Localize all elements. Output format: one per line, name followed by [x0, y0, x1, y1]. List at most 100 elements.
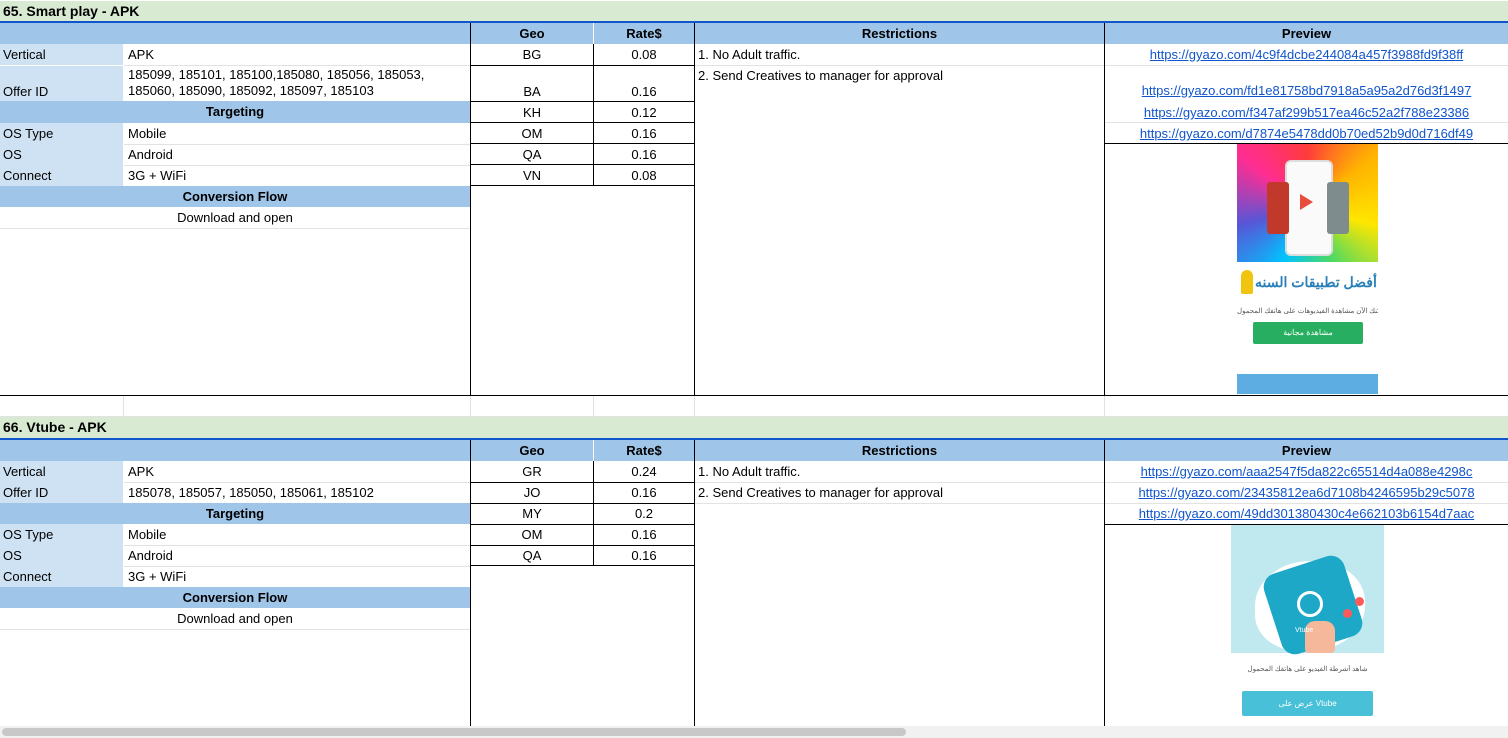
offer-id-value[interactable]: 185078, 185057, 185050, 185061, 185102	[124, 482, 470, 503]
grid-line	[471, 545, 694, 546]
geo-cell[interactable]: VN	[471, 165, 593, 186]
rate-header[interactable]: Rate$	[594, 440, 694, 461]
connect-label[interactable]: Connect	[0, 566, 123, 587]
offer-id-label-text: Offer ID	[3, 84, 49, 99]
vertical-value[interactable]: APK	[124, 44, 470, 65]
offer-id-label[interactable]: Offer ID	[0, 66, 123, 101]
targeting-header[interactable]: Targeting	[0, 101, 470, 123]
left-header-blank[interactable]	[0, 440, 470, 461]
grid-line	[471, 524, 694, 525]
geo-cell[interactable]: QA	[471, 144, 593, 165]
rate-cell[interactable]: 0.16	[594, 482, 694, 503]
offer-id-line: 185060, 185090, 185092, 185097, 185103	[128, 83, 374, 98]
connect-label[interactable]: Connect	[0, 165, 123, 186]
os-label[interactable]: OS	[0, 545, 123, 566]
rate-cell[interactable]: 0.24	[594, 461, 694, 482]
os-type-value[interactable]: Mobile	[124, 123, 470, 144]
offer-title[interactable]: 65. Smart play - APK	[0, 1, 1508, 21]
geo-cell[interactable]: QA	[471, 545, 593, 566]
geo-cell[interactable]: MY	[471, 503, 593, 524]
offer-id-value[interactable]: 185099, 185101, 185100,185080, 185056, 1…	[124, 66, 470, 101]
restriction-item[interactable]: 1. No Adult traffic.	[698, 461, 1098, 482]
geo-cell[interactable]: OM	[471, 524, 593, 545]
restriction-item[interactable]: 2. Send Creatives to manager for approva…	[698, 482, 1098, 503]
vtube-logo-icon	[1297, 591, 1323, 617]
rate-cell-tall[interactable]: 0.16	[594, 66, 694, 101]
preview-link[interactable]: https://gyazo.com/d7874e5478dd0b70ed52b9…	[1105, 123, 1508, 144]
offer-id-line: 185099, 185101, 185100,185080, 185056, 1…	[128, 67, 425, 82]
scrollbar-thumb[interactable]	[2, 728, 906, 736]
rate-cell[interactable]: 0.16	[594, 144, 694, 165]
grid-line	[470, 440, 471, 728]
rate-cell[interactable]: 0.16	[594, 545, 694, 566]
os-value[interactable]: Android	[124, 545, 470, 566]
preview-link[interactable]: https://gyazo.com/4c9f4dcbe244084a457f39…	[1105, 44, 1508, 65]
offer-title[interactable]: 66. Vtube - APK	[0, 417, 1508, 438]
grid-line	[694, 440, 695, 728]
geo-cell-tall[interactable]: BA	[471, 66, 593, 101]
preview-link[interactable]: https://gyazo.com/aaa2547f5da822c65514d4…	[1105, 461, 1508, 482]
restrictions-header[interactable]: Restrictions	[695, 23, 1104, 44]
preview-header[interactable]: Preview	[1105, 23, 1508, 44]
geo-header[interactable]: Geo	[471, 440, 593, 461]
grid-line	[593, 44, 594, 186]
os-type-label[interactable]: OS Type	[0, 524, 123, 545]
restrictions-header[interactable]: Restrictions	[695, 440, 1104, 461]
rate-text: 0.16	[631, 84, 657, 99]
offer-id-label[interactable]: Offer ID	[0, 482, 123, 503]
rate-cell[interactable]: 0.08	[594, 44, 694, 65]
col-divider	[694, 396, 695, 416]
left-header-blank[interactable]	[0, 23, 470, 44]
restriction-item[interactable]: 1. No Adult traffic.	[698, 44, 1098, 65]
grid-line	[471, 101, 694, 102]
restriction-item[interactable]: 2. Send Creatives to manager for approva…	[698, 65, 1098, 86]
preview-link[interactable]: https://gyazo.com/23435812ea6d7108b42465…	[1105, 482, 1508, 503]
preview-link[interactable]: https://gyazo.com/49dd301380430c4e662103…	[1105, 503, 1508, 524]
creative-image-smart-play[interactable]: أفضل تطبيقات السنه يمكنك الآن مشاهدة الف…	[1237, 144, 1378, 394]
grid-line	[470, 23, 471, 396]
creative-cta-button[interactable]: عرض على Vtube	[1242, 691, 1373, 716]
conversion-flow-header[interactable]: Conversion Flow	[0, 587, 470, 608]
creative-image-vtube[interactable]: Vtube شاهد أشرطة الفيديو على هاتفك المحم…	[1231, 525, 1384, 725]
play-icon	[1300, 194, 1313, 210]
conversion-flow-header[interactable]: Conversion Flow	[0, 186, 470, 207]
connect-value[interactable]: 3G + WiFi	[124, 566, 470, 587]
hand-icon	[1305, 621, 1335, 653]
col-divider	[1104, 396, 1105, 416]
preview-link[interactable]: https://gyazo.com/f347af299b517ea46c52a2…	[1105, 102, 1508, 123]
grid-line	[1104, 23, 1105, 396]
col-divider	[593, 396, 594, 416]
geo-cell[interactable]: GR	[471, 461, 593, 482]
os-type-label[interactable]: OS Type	[0, 123, 123, 144]
row-divider	[1105, 65, 1508, 66]
conversion-flow-value[interactable]: Download and open	[0, 207, 470, 228]
os-value[interactable]: Android	[124, 144, 470, 165]
rate-cell[interactable]: 0.2	[594, 503, 694, 524]
col-divider	[470, 396, 471, 416]
preview-link[interactable]: https://gyazo.com/fd1e81758bd7918a5a95a2…	[1105, 80, 1508, 101]
connect-value[interactable]: 3G + WiFi	[124, 165, 470, 186]
geo-cell[interactable]: KH	[471, 102, 593, 123]
os-label[interactable]: OS	[0, 144, 123, 165]
os-type-value[interactable]: Mobile	[124, 524, 470, 545]
vertical-label[interactable]: Vertical	[0, 44, 123, 65]
rate-cell[interactable]: 0.08	[594, 165, 694, 186]
rate-cell[interactable]: 0.12	[594, 102, 694, 123]
targeting-header[interactable]: Targeting	[0, 503, 470, 524]
geo-cell[interactable]: BG	[471, 44, 593, 65]
vertical-value[interactable]: APK	[124, 461, 470, 482]
rate-cell[interactable]: 0.16	[594, 123, 694, 144]
phone-right-icon	[1327, 182, 1349, 234]
horizontal-scrollbar[interactable]	[0, 726, 1508, 738]
rate-cell[interactable]: 0.16	[594, 524, 694, 545]
geo-cell[interactable]: OM	[471, 123, 593, 144]
creative-cta-button[interactable]: مشاهدة مجانية	[1253, 322, 1363, 344]
vertical-label[interactable]: Vertical	[0, 461, 123, 482]
conversion-flow-value[interactable]: Download and open	[0, 608, 470, 629]
heart-icon	[1343, 609, 1352, 618]
geo-header[interactable]: Geo	[471, 23, 593, 44]
preview-header[interactable]: Preview	[1105, 440, 1508, 461]
creative-subtext: يمكنك الآن مشاهدة الفيديوهات على هاتفك ا…	[1237, 308, 1378, 315]
rate-header[interactable]: Rate$	[594, 23, 694, 44]
geo-cell[interactable]: JO	[471, 482, 593, 503]
